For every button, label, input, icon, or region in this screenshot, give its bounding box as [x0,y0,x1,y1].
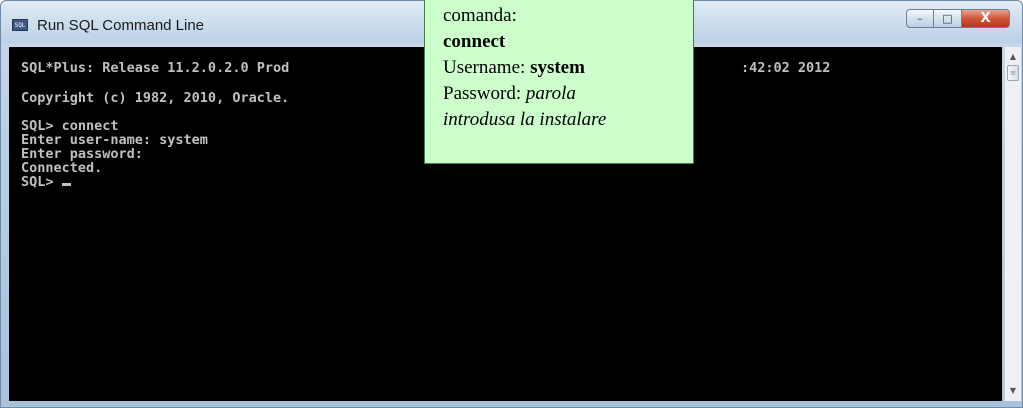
close-icon: X [980,11,991,26]
instruction-callout: comanda: connect Username: system Passwo… [424,0,694,164]
maximize-button[interactable]: □ [934,9,962,28]
callout-line-password: Password: parola [443,83,576,104]
minimize-button[interactable]: – [906,9,934,28]
scroll-down-arrow-icon[interactable]: ▼ [1005,383,1021,399]
sql-prompt: SQL> [21,174,54,190]
console-line-password: Enter password: [21,146,143,162]
sqlplus-app-icon[interactable]: SQL [12,19,28,31]
maximize-icon: □ [942,12,953,25]
console-prompt-line[interactable]: SQL> [21,175,71,189]
window-controls: – □ X [906,9,1010,28]
console-line-release-tail: :42:02 2012 [741,60,831,76]
callout-line-connect: connect [443,31,506,52]
console-line-user: Enter user-name: system [21,132,208,148]
vertical-scrollbar[interactable]: ▲ ≡ ▼ [1004,47,1021,401]
console-line-connected: Connected. [21,160,103,176]
close-button[interactable]: X [962,9,1010,28]
window-title: Run SQL Command Line [37,17,205,34]
scroll-thumb[interactable]: ≡ [1007,65,1019,81]
text-cursor [61,183,71,186]
callout-line-username: Username: system [443,57,585,78]
callout-line-password-cont: introdusa la instalare [443,109,607,130]
scroll-up-arrow-icon[interactable]: ▲ [1005,49,1021,65]
console-line-connect: SQL> connect [21,118,119,134]
callout-line-comanda: comanda: [443,5,517,26]
console-line-copyright: Copyright (c) 1982, 2010, Oracle. [21,90,290,106]
minimize-icon: – [917,12,923,25]
console-line-release: SQL*Plus: Release 11.2.0.2.0 Prod [21,60,290,76]
